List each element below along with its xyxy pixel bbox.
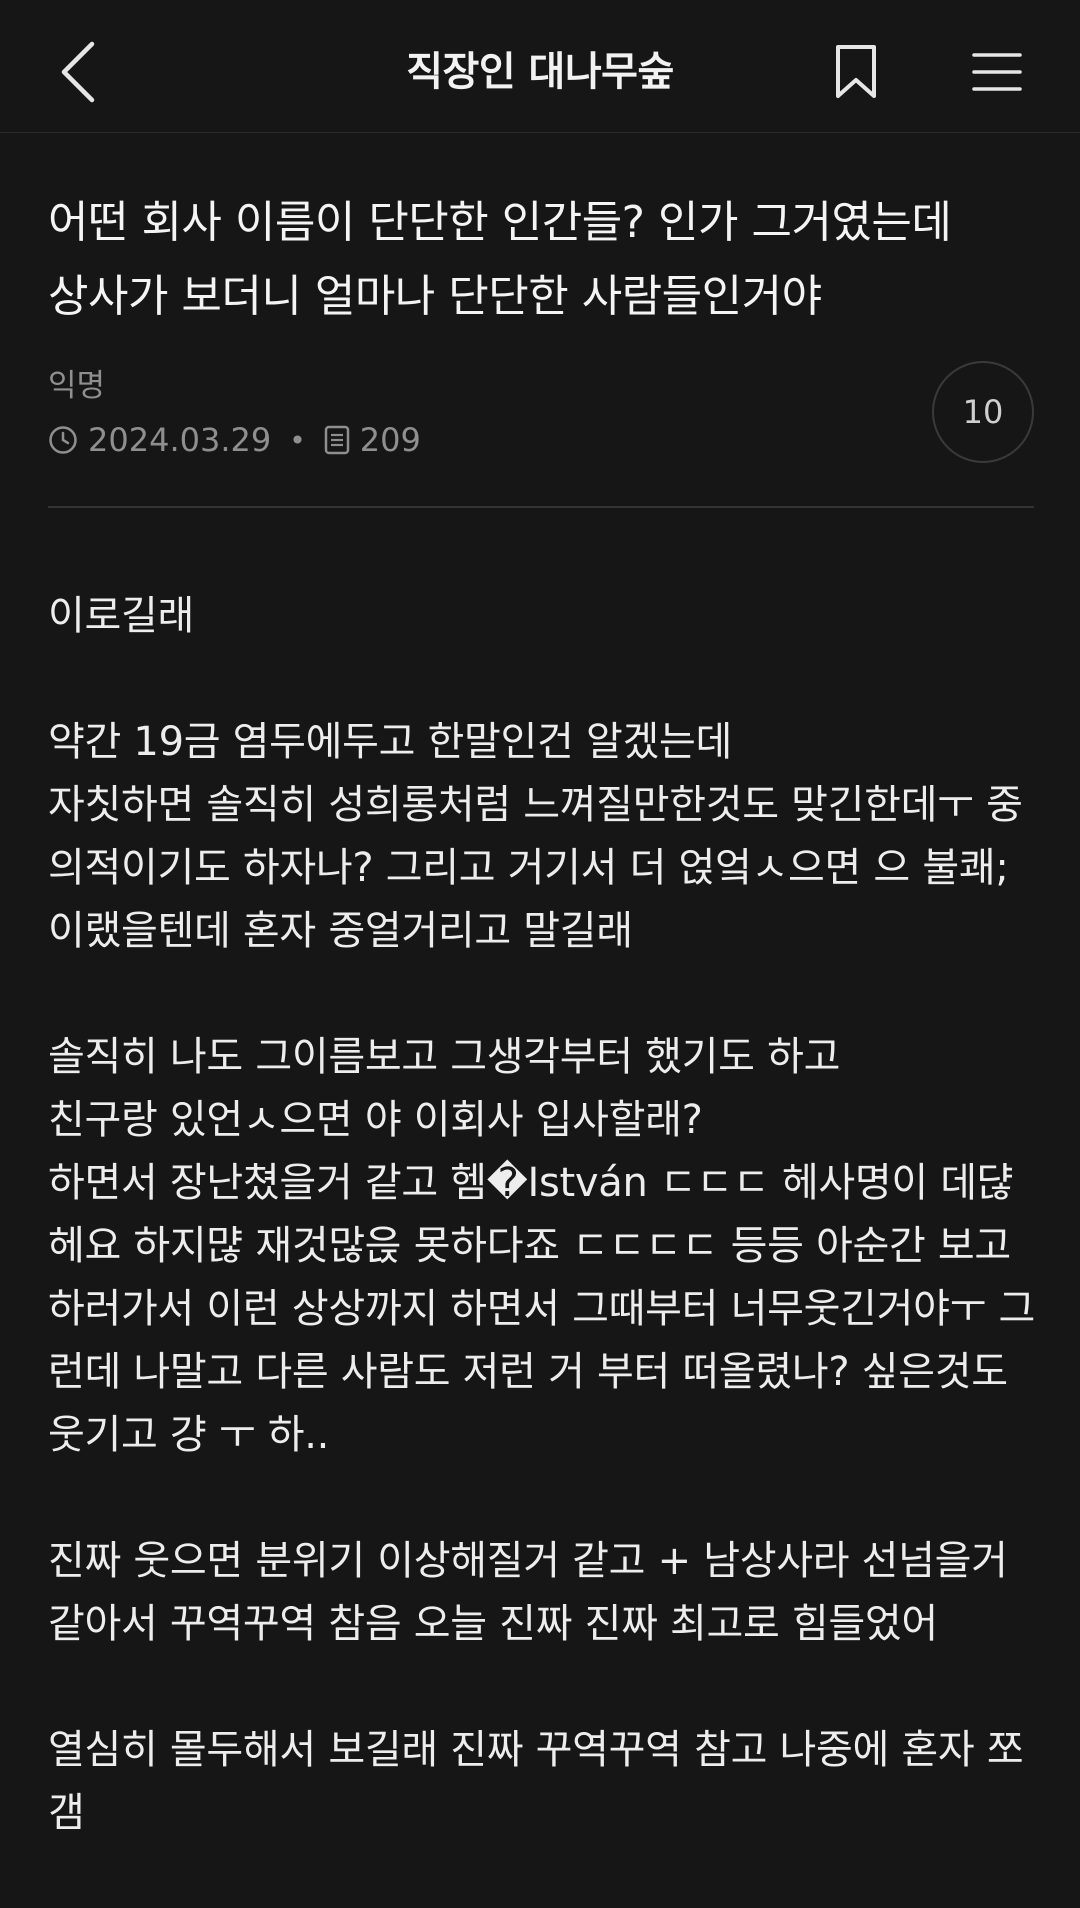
- post-paragraph: 이로길래: [48, 593, 194, 639]
- post-date: 2024.03.29: [88, 421, 272, 459]
- post-body: 이로길래 약간 19금 염두에두고 한말인건 알겠는데 자칫하면 솔직히 성희롱…: [48, 585, 1038, 1908]
- top-app-bar: 직장인 대나무숲: [0, 0, 1080, 133]
- clock-icon: [48, 425, 78, 455]
- header-divider: [48, 506, 1034, 508]
- meta-separator: •: [289, 423, 306, 457]
- app-title: 직장인 대나무숲: [406, 49, 674, 95]
- post-paragraph: 약간 19금 염두에두고 한말인건 알겠는데 자칫하면 솔직히 성희롱처럼 느껴…: [48, 719, 1023, 954]
- comment-count-button[interactable]: 10: [932, 361, 1034, 463]
- views-icon: [324, 425, 350, 455]
- view-count: 209: [359, 421, 421, 459]
- post-header: 어떤 회사 이름이 단단한 인간들? 인가 그거였는데 상사가 보더니 얼마나 …: [48, 186, 1038, 334]
- post-paragraph: 솔직히 나도 그이름보고 그생각부터 했기도 하고 친구랑 있언ㅅ으면 야 이회…: [48, 1034, 1035, 1458]
- menu-button[interactable]: [966, 44, 1028, 100]
- post-author: 익명: [48, 368, 106, 404]
- post-paragraph: 진짜 웃으면 분위기 이상해질거 같고 + 남상사라 선넘을거 같아서 꾸역꾸역…: [48, 1538, 1021, 1647]
- post-paragraph: 열심히 몰두해서 보길래 진짜 꾸역꾸역 참고 나중에 혼자 쪼갬: [48, 1727, 1024, 1836]
- post-title: 어떤 회사 이름이 단단한 인간들? 인가 그거였는데 상사가 보더니 얼마나 …: [48, 197, 952, 322]
- bookmark-icon: [836, 45, 876, 98]
- hamburger-menu-icon: [972, 53, 1022, 91]
- post-meta: 2024.03.29 • 209: [48, 420, 421, 460]
- bookmark-button[interactable]: [828, 40, 884, 104]
